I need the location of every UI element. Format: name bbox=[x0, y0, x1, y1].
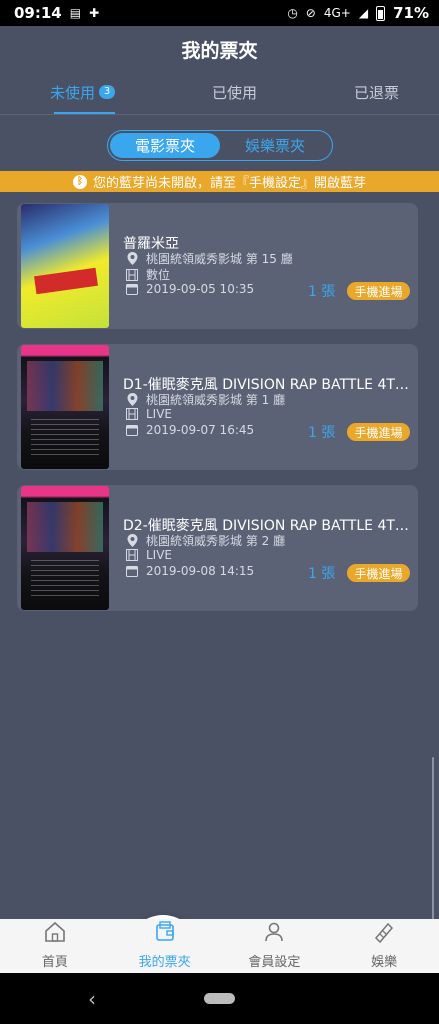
ticket-format: LIVE bbox=[126, 407, 172, 421]
segment-entertainment-tickets[interactable]: 娛樂票夾 bbox=[220, 133, 330, 158]
film-icon bbox=[126, 408, 138, 420]
bottom-nav: 首頁 我的票夾 會員設定 娛樂 bbox=[0, 919, 439, 973]
system-navigation-bar: ‹ bbox=[0, 973, 439, 1024]
format-text: 數位 bbox=[146, 268, 171, 282]
ticket-venue: 桃園統領威秀影城 第 1 廳 bbox=[126, 391, 285, 408]
datetime-text: 2019-09-08 14:15 bbox=[146, 564, 255, 578]
nav-entertainment[interactable]: 娛樂 bbox=[329, 919, 439, 973]
message-icon: ▤ bbox=[69, 6, 82, 20]
status-bar: 09:14 ▤ ✚ ◷ ⊘ 4G+ ◢ 71% bbox=[0, 0, 439, 26]
ticket-venue: 桃園統領威秀影城 第 2 廳 bbox=[126, 532, 285, 549]
bluetooth-icon: ᛒ bbox=[72, 174, 87, 189]
format-text: LIVE bbox=[146, 407, 173, 421]
movie-poster bbox=[21, 204, 109, 328]
unused-count-badge: 3 bbox=[99, 85, 116, 99]
ticket-format: LIVE bbox=[126, 548, 172, 562]
mobile-entry-button[interactable]: 手機進場 bbox=[347, 564, 410, 582]
network-label: 4G+ bbox=[323, 6, 351, 20]
status-time: 09:14 bbox=[14, 4, 62, 22]
app-header: 我的票夾 未使用 3 已使用 已退票 bbox=[0, 26, 439, 116]
film-icon bbox=[126, 268, 138, 281]
ticket-type-segment: 電影票夾 娛樂票夾 bbox=[107, 130, 333, 161]
ticket-datetime: 2019-09-08 14:15 bbox=[126, 564, 254, 578]
home-icon bbox=[43, 920, 67, 948]
alarm-icon: ◷ bbox=[287, 6, 298, 20]
mobile-entry-button[interactable]: 手機進場 bbox=[347, 423, 410, 441]
ticket-format: 數位 bbox=[126, 266, 170, 283]
calendar-icon bbox=[126, 565, 138, 577]
ticket-card[interactable]: D1-催眠麥克風 DIVISION RAP BATTLE 4TH LIVE 桃園… bbox=[17, 344, 418, 470]
person-icon bbox=[262, 920, 286, 948]
ticket-count: 1 張 bbox=[308, 425, 336, 441]
ticket-card[interactable]: 普羅米亞 桃園統領威秀影城 第 15 廳 數位 2019-09-05 10:35… bbox=[17, 203, 418, 329]
ticket-icon bbox=[372, 920, 396, 948]
ticket-status-tabs: 未使用 3 已使用 已退票 bbox=[0, 82, 439, 115]
bluetooth-warning-banner[interactable]: ᛒ 您的藍芽尚未開啟，請至『手機設定』開啟藍芽 bbox=[0, 171, 439, 192]
nav-label: 會員設定 bbox=[248, 955, 301, 970]
tab-used[interactable]: 已使用 bbox=[212, 82, 257, 112]
venue-text: 桃園統領威秀影城 第 2 廳 bbox=[146, 534, 286, 548]
movie-poster bbox=[21, 345, 109, 469]
nav-label: 我的票夾 bbox=[138, 955, 191, 970]
tab-label: 未使用 bbox=[50, 84, 96, 102]
mobile-entry-button[interactable]: 手機進場 bbox=[347, 282, 410, 300]
bluetooth-warning-text: 您的藍芽尚未開啟，請至『手機設定』開啟藍芽 bbox=[92, 176, 366, 191]
tab-label: 已使用 bbox=[211, 84, 257, 102]
ticket-datetime: 2019-09-07 16:45 bbox=[126, 423, 254, 437]
location-pin-icon bbox=[126, 252, 138, 265]
tab-refunded[interactable]: 已退票 bbox=[354, 82, 399, 112]
format-text: LIVE bbox=[146, 548, 173, 562]
calendar-icon bbox=[126, 424, 138, 436]
battery-icon bbox=[376, 5, 386, 21]
location-pin-icon bbox=[126, 393, 138, 406]
ticket-count: 1 張 bbox=[308, 284, 336, 300]
venue-text: 桃園統領威秀影城 第 1 廳 bbox=[146, 393, 286, 407]
battery-percent: 71% bbox=[393, 4, 429, 22]
back-icon[interactable]: ‹ bbox=[88, 987, 96, 1011]
wallet-icon bbox=[153, 920, 177, 948]
scrollbar[interactable] bbox=[432, 757, 434, 937]
nav-my-tickets[interactable]: 我的票夾 bbox=[110, 919, 220, 973]
datetime-text: 2019-09-05 10:35 bbox=[146, 282, 255, 296]
tab-unused[interactable]: 未使用 3 bbox=[50, 82, 116, 115]
segment-movie-tickets[interactable]: 電影票夾 bbox=[110, 133, 220, 158]
ticket-venue: 桃園統領威秀影城 第 15 廳 bbox=[126, 250, 293, 267]
mute-icon: ⊘ bbox=[305, 6, 316, 20]
nav-member-settings[interactable]: 會員設定 bbox=[220, 919, 330, 973]
calendar-icon bbox=[126, 283, 138, 295]
nav-label: 首頁 bbox=[41, 955, 68, 970]
venue-text: 桃園統領威秀影城 第 15 廳 bbox=[146, 252, 293, 266]
ticket-card[interactable]: D2-催眠麥克風 DIVISION RAP BATTLE 4TH LIVE 桃園… bbox=[17, 485, 418, 611]
location-pin-icon bbox=[126, 534, 138, 547]
datetime-text: 2019-09-07 16:45 bbox=[146, 423, 255, 437]
ticket-datetime: 2019-09-05 10:35 bbox=[126, 282, 254, 296]
nav-label: 娛樂 bbox=[371, 955, 398, 970]
page-title: 我的票夾 bbox=[181, 40, 258, 62]
header-divider bbox=[0, 114, 439, 115]
film-icon bbox=[126, 549, 138, 561]
tab-label: 已退票 bbox=[353, 84, 399, 102]
nav-home[interactable]: 首頁 bbox=[0, 919, 110, 973]
movie-poster bbox=[21, 486, 109, 610]
ticket-count: 1 張 bbox=[308, 566, 336, 582]
signal-icon: ◢ bbox=[358, 6, 369, 20]
battery-saver-icon: ✚ bbox=[89, 6, 100, 20]
home-pill[interactable] bbox=[204, 993, 235, 1004]
